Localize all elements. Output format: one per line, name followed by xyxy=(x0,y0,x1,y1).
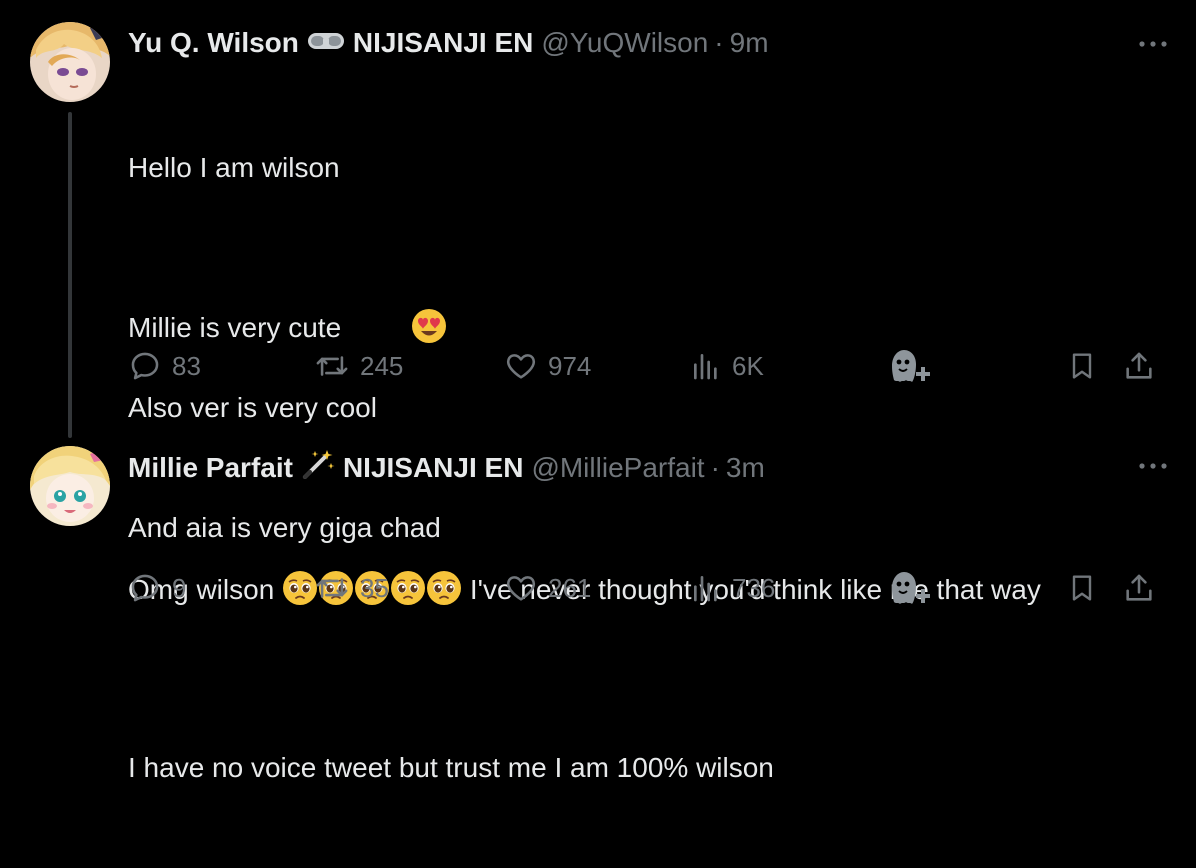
separator: · xyxy=(710,451,720,483)
repost-button[interactable]: 245 xyxy=(314,346,403,386)
repost-button[interactable]: 35 xyxy=(314,568,389,608)
handle[interactable]: @MillieParfait xyxy=(531,452,704,484)
tweet-line-text: Millie is very cute xyxy=(128,312,342,343)
views-count: 736 xyxy=(732,572,776,603)
share-button[interactable] xyxy=(1122,346,1156,386)
display-name[interactable]: Millie Parfait xyxy=(128,452,293,484)
views-icon xyxy=(694,576,717,602)
add-ghost-extension-button[interactable] xyxy=(884,346,932,386)
tweet-yuqwilson[interactable]: Yu Q. Wilson NIJISANJI EN @YuQWilson · 9… xyxy=(0,0,1196,783)
like-button[interactable]: 261 xyxy=(504,568,591,608)
tweet-line: Also ver is very cool xyxy=(128,392,377,423)
thread-line xyxy=(68,112,72,438)
like-count: 261 xyxy=(548,572,592,603)
reply-count: 83 xyxy=(172,350,201,381)
display-name[interactable]: Yu Q. Wilson xyxy=(128,27,299,59)
share-button[interactable] xyxy=(1122,568,1156,608)
magic-wand-icon xyxy=(301,449,335,486)
affiliation[interactable]: NIJISANJI EN xyxy=(343,452,524,484)
reply-count: 9 xyxy=(172,572,187,603)
reply-icon xyxy=(131,574,159,602)
tweet-line: I have no voice tweet but trust me I am … xyxy=(128,752,774,783)
ghost-add-icon xyxy=(892,572,930,604)
vr-goggles-icon xyxy=(307,27,345,59)
views-icon xyxy=(694,354,717,380)
views-button[interactable]: 6K xyxy=(690,346,764,386)
separator: · xyxy=(714,27,724,58)
heart-icon xyxy=(506,576,536,601)
add-ghost-extension-button[interactable] xyxy=(884,568,932,608)
tweet-header: Yu Q. Wilson NIJISANJI EN @YuQWilson · 9… xyxy=(128,27,769,59)
more-options-icon[interactable] xyxy=(1138,456,1168,476)
repost-count: 245 xyxy=(360,350,404,381)
tweet-header: Millie Parfait NIJISANJI EN @MillieParfa… xyxy=(128,449,765,486)
repost-icon xyxy=(316,356,348,376)
tweet-line: Millie is very cute xyxy=(128,268,774,343)
like-button[interactable]: 974 xyxy=(504,346,591,386)
tweet-millieparfait[interactable]: Millie Parfait NIJISANJI EN @MillieParfa… xyxy=(0,430,1196,648)
views-count: 6K xyxy=(732,350,764,381)
timestamp[interactable]: 9m xyxy=(730,27,769,59)
avatar-millieparfait[interactable] xyxy=(30,446,110,526)
bookmark-button[interactable] xyxy=(1066,568,1098,608)
views-button[interactable]: 736 xyxy=(690,568,775,608)
reply-button[interactable]: 83 xyxy=(128,346,201,386)
more-options-icon[interactable] xyxy=(1138,34,1168,54)
bookmark-icon xyxy=(1072,575,1092,601)
tweet-line: Hello I am wilson xyxy=(128,152,340,183)
reply-icon xyxy=(131,352,159,380)
share-icon xyxy=(1126,352,1152,379)
reply-button[interactable]: 9 xyxy=(128,568,186,608)
bookmark-button[interactable] xyxy=(1066,346,1098,386)
action-bar: 83 245 974 6K xyxy=(128,346,1168,386)
heart-eyes-emoji-icon xyxy=(349,268,447,343)
bookmark-icon xyxy=(1072,353,1092,379)
affiliation[interactable]: NIJISANJI EN xyxy=(353,27,534,59)
handle[interactable]: @YuQWilson xyxy=(541,27,708,59)
repost-icon xyxy=(316,578,348,598)
action-bar: 9 35 261 736 xyxy=(128,568,1168,608)
avatar-yuqwilson[interactable] xyxy=(30,22,110,102)
share-icon xyxy=(1126,574,1152,601)
like-count: 974 xyxy=(548,350,592,381)
repost-count: 35 xyxy=(360,572,389,603)
ghost-add-icon xyxy=(892,350,930,382)
timestamp[interactable]: 3m xyxy=(726,452,765,484)
heart-icon xyxy=(506,354,536,379)
